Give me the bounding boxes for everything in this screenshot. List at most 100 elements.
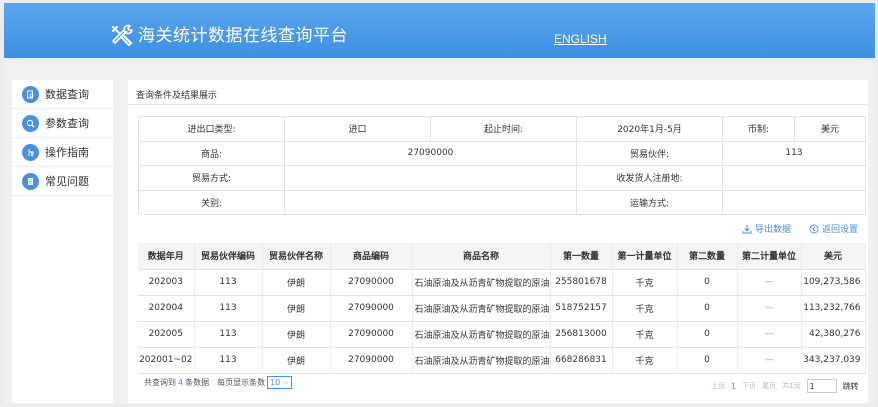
jump-button[interactable]: 跳转	[843, 381, 859, 392]
page-size-value: 10	[270, 378, 281, 387]
total-pages: 共1页	[782, 382, 801, 390]
table-row: 202003 113 伊朗 27090000 石油原油及从沥青矿物提取的原油 2…	[138, 269, 866, 296]
export-label: 导出数据	[755, 225, 792, 235]
sidebar: 数据查询 参数查询 操作指南 常见问题	[12, 80, 113, 403]
col-header: 第二计量单位	[737, 243, 802, 270]
total-prefix: 共查询到	[144, 378, 176, 387]
currency-label: 币制:	[722, 116, 795, 142]
col-header: 数据年月	[138, 243, 195, 270]
col-header: 美元	[801, 243, 866, 270]
col-header: 第一数量	[550, 243, 613, 270]
last-page-button[interactable]: 尾页	[762, 381, 776, 391]
page-size-select[interactable]: 10 ⌵	[267, 376, 292, 389]
magnifier-icon	[22, 114, 39, 132]
sidebar-item-label: 数据查询	[45, 88, 89, 101]
sidebar-item-label: 常见问题	[45, 175, 89, 188]
table-cell: 0	[677, 295, 738, 322]
table-cell: 343,237,039	[801, 347, 866, 374]
document-icon	[22, 172, 39, 190]
conditions-table: 进出口类型: 进口 起止时间: 2020年1月-5月 币制: 美元 商品: 27…	[138, 116, 866, 215]
table-cell: 伊朗	[262, 347, 331, 374]
search-doc-icon	[22, 85, 39, 103]
sidebar-item-data-query[interactable]: 数据查询	[12, 80, 113, 109]
trade-mode-value	[284, 165, 577, 191]
period-label: 起止时间:	[430, 116, 577, 142]
next-page-button[interactable]: 下页	[742, 381, 756, 391]
reset-label: 返回设置	[822, 225, 859, 235]
table-cell: 千克	[612, 321, 678, 348]
table-cell: 113	[194, 321, 263, 348]
table-cell: 石油原油及从沥青矿物提取的原油	[412, 347, 551, 374]
col-header: 第二数量	[677, 243, 738, 270]
transport-label: 运输方式:	[576, 189, 723, 215]
pagination: 上页 1 下页 尾页 共1页 1 跳转	[711, 379, 865, 393]
table-cell: 113	[194, 269, 263, 296]
site-header: 海关统计数据在线查询平台 ENGLISH	[4, 3, 875, 58]
table-cell: 0	[677, 269, 738, 296]
table-cell: 石油原油及从沥青矿物提取的原油	[412, 295, 551, 322]
table-cell: 668286831	[550, 347, 613, 374]
table-cell: 202005	[138, 321, 195, 348]
table-cell: 202003	[138, 269, 195, 296]
section-title: 查询条件及结果展示	[136, 91, 218, 101]
prev-page-button[interactable]: 上页	[711, 381, 725, 391]
table-cell: 伊朗	[262, 321, 331, 348]
sidebar-item-guide[interactable]: 操作指南	[12, 138, 113, 167]
table-cell: 42,380,276	[801, 321, 866, 348]
col-header: 商品编码	[330, 243, 413, 270]
table-row: 202001~02 113 伊朗 27090000 石油原油及从沥青矿物提取的原…	[138, 347, 866, 374]
consignee-value	[722, 165, 866, 191]
sidebar-item-faq[interactable]: 常见问题	[12, 167, 113, 196]
divider	[128, 104, 868, 105]
table-cell: 伊朗	[262, 295, 331, 322]
table-cell: 109,273,586	[801, 269, 866, 296]
table-cell: 113,232,766	[801, 295, 866, 322]
table-cell: —	[737, 321, 802, 348]
page-size-label: 每页显示条数	[217, 378, 266, 387]
col-header: 商品名称	[412, 243, 551, 270]
site-title: 海关统计数据在线查询平台	[138, 26, 348, 46]
currency-value: 美元	[794, 116, 866, 142]
table-cell: 113	[194, 295, 263, 322]
sidebar-item-param-query[interactable]: 参数查询	[12, 109, 113, 138]
partner-label: 贸易伙伴:	[576, 140, 723, 166]
current-page[interactable]: 1	[731, 382, 736, 391]
period-value: 2020年1月-5月	[576, 116, 723, 142]
customs-value	[284, 189, 577, 215]
download-icon	[742, 224, 752, 233]
reset-button[interactable]: 返回设置	[809, 222, 858, 235]
trade-mode-label: 贸易方式:	[138, 165, 285, 191]
sidebar-item-label: 操作指南	[45, 146, 89, 159]
english-link[interactable]: ENGLISH	[554, 32, 607, 46]
col-header: 贸易伙伴编码	[194, 243, 263, 270]
table-cell: 石油原油及从沥青矿物提取的原油	[412, 269, 551, 296]
wrench-key-logo-icon	[112, 24, 133, 46]
table-cell: 千克	[612, 347, 678, 374]
trade-type-value: 进口	[284, 116, 431, 142]
hand-icon	[22, 143, 39, 161]
table-cell: 202004	[138, 295, 195, 322]
col-header: 第一计量单位	[612, 243, 678, 270]
table-cell: 256813000	[550, 321, 613, 348]
export-button[interactable]: 导出数据	[742, 222, 791, 235]
result-table: 数据年月 贸易伙伴编码 贸易伙伴名称 商品编码 商品名称 第一数量 第一计量单位…	[138, 243, 866, 374]
trade-type-label: 进出口类型:	[138, 116, 285, 142]
transport-value	[722, 189, 866, 215]
col-header: 贸易伙伴名称	[262, 243, 331, 270]
goods-label: 商品:	[138, 140, 285, 166]
table-cell: —	[737, 347, 802, 374]
result-summary: 共查询到 4 条数据 每页显示条数 10 ⌵	[144, 376, 292, 389]
table-cell: 202001~02	[138, 347, 195, 374]
table-header-row: 数据年月 贸易伙伴编码 贸易伙伴名称 商品编码 商品名称 第一数量 第一计量单位…	[138, 243, 866, 270]
table-cell: 27090000	[330, 321, 413, 348]
sidebar-item-label: 参数查询	[45, 117, 89, 130]
table-row: 202004 113 伊朗 27090000 石油原油及从沥青矿物提取的原油 5…	[138, 295, 866, 322]
table-cell: 518752157	[550, 295, 613, 322]
total-count: 4	[178, 378, 184, 387]
page-number-input[interactable]: 1	[806, 379, 837, 393]
table-cell: 27090000	[330, 295, 413, 322]
consignee-label: 收发货人注册地:	[576, 165, 723, 191]
goods-value: 27090000	[284, 140, 577, 166]
table-cell: 伊朗	[262, 269, 331, 296]
chevron-down-icon: ⌵	[283, 378, 289, 386]
